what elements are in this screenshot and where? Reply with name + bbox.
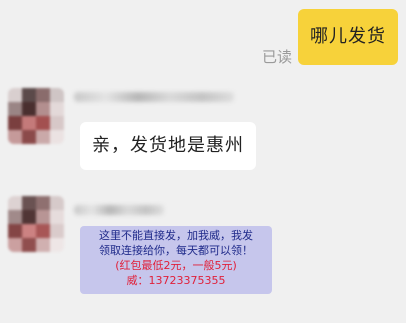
promo-card[interactable]: 这里不能直接发，加我威，我发 领取连接给你，每天都可以领！ (红包最低2元，一般… — [80, 226, 272, 294]
incoming-bubble[interactable]: 亲，发货地是惠州 — [80, 122, 256, 170]
sender-name — [74, 92, 234, 102]
card-line: (红包最低2元，一般5元) — [115, 259, 237, 272]
read-status: 已读 — [261, 48, 292, 66]
sender-avatar[interactable] — [8, 88, 64, 144]
outgoing-message: 已读 哪儿发货 — [262, 6, 398, 67]
card-line: 领取连接给你，每天都可以领！ — [99, 244, 253, 257]
card-line: 这里不能直接发，加我威，我发 — [99, 229, 253, 242]
outgoing-bubble[interactable]: 哪儿发货 — [298, 8, 398, 65]
card-line: 威：13723375355 — [126, 274, 226, 287]
sender-name — [74, 205, 164, 215]
sender-avatar[interactable] — [8, 196, 64, 252]
